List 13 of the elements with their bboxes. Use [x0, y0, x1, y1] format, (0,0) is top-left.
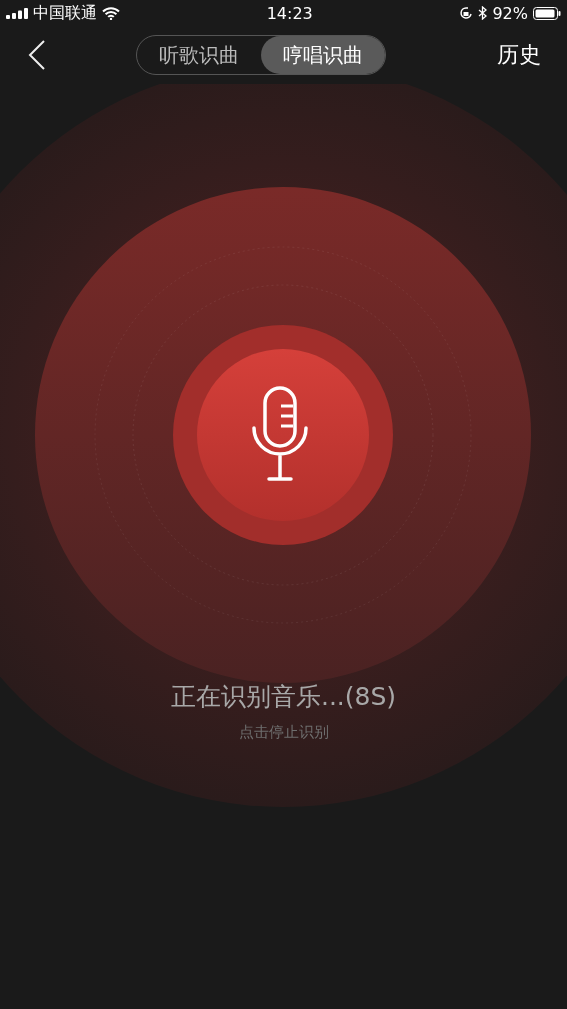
recognition-status: 正在识别音乐...(8S) — [170, 681, 397, 713]
history-button[interactable]: 历史 — [497, 40, 541, 70]
rotation-lock-icon — [459, 6, 474, 20]
bluetooth-icon — [478, 6, 488, 20]
mode-tab[interactable]: 哼唱识曲 — [261, 36, 385, 74]
battery-percent: 92% — [492, 3, 528, 23]
back-icon[interactable] — [28, 39, 46, 71]
signal-icon — [6, 7, 28, 19]
wifi-icon — [102, 6, 120, 20]
mode-tab[interactable]: 听歌识曲 — [137, 36, 261, 74]
status-time: 14:23 — [266, 3, 313, 23]
battery-icon — [533, 6, 561, 20]
carrier-name: 中国联通 — [33, 2, 97, 24]
